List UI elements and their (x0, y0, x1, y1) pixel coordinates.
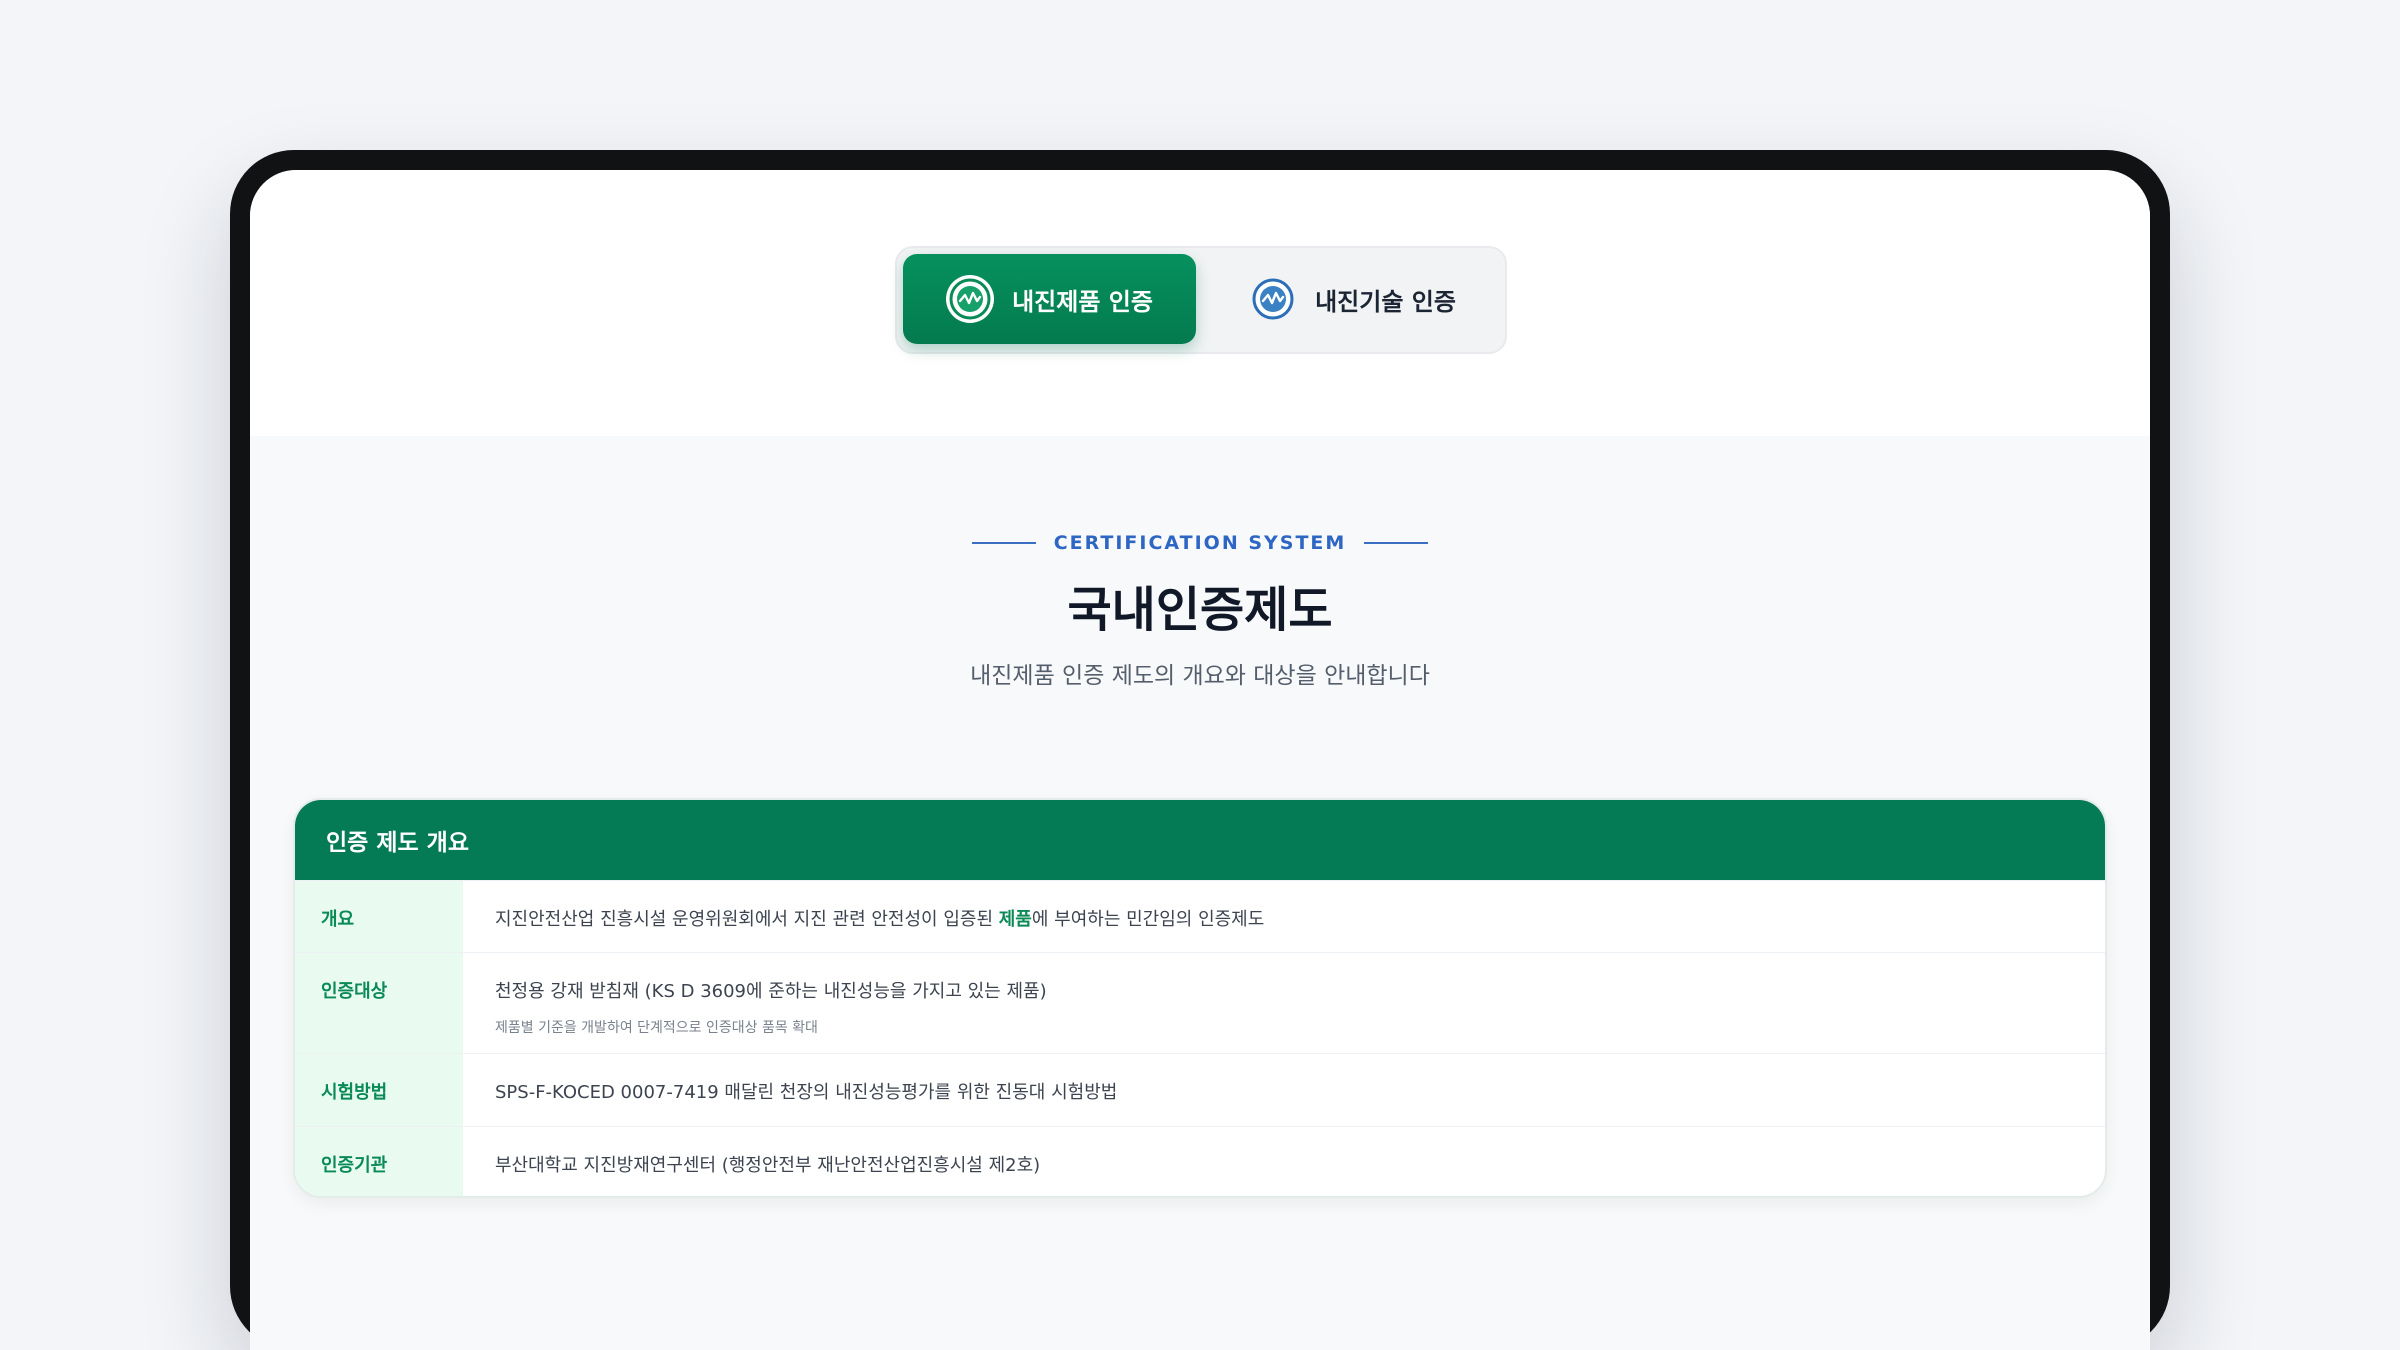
row-label-test-method: 시험방법 (295, 1054, 463, 1126)
table-row: 인증대상 천정용 강재 받침재 (KS D 3609에 준하는 내진성능을 가지… (295, 952, 2105, 1053)
table-row: 시험방법 SPS-F-KOCED 0007-7419 매달린 천장의 내진성능평… (295, 1053, 2105, 1126)
tab-seismic-product-label: 내진제품 인증 (1012, 287, 1153, 316)
tab-seismic-technology-label: 내진기술 인증 (1315, 287, 1456, 316)
eyebrow-line-right (1364, 542, 1429, 544)
overview-card-title: 인증 제도 개요 (295, 800, 2105, 880)
table-row: 인증기관 부산대학교 지진방재연구센터 (행정안전부 재난안전산업진흥시설 제2… (295, 1126, 2105, 1196)
table-row: 개요 지진안전산업 진흥시설 운영위원회에서 지진 관련 안전성이 입증된 제품… (295, 880, 2105, 952)
eyebrow-line-left (971, 542, 1036, 544)
target-text: 천정용 강재 받침재 (KS D 3609에 준하는 내진성능을 가지고 있는 … (495, 981, 1047, 1002)
eyebrow-text: CERTIFICATION SYSTEM (1053, 532, 1347, 554)
row-label-overview: 개요 (295, 881, 463, 952)
seismic-product-badge-icon (946, 275, 995, 323)
section-eyebrow: CERTIFICATION SYSTEM (250, 532, 2150, 554)
tab-seismic-product[interactable]: 내진제품 인증 (903, 254, 1196, 344)
tab-seismic-technology[interactable]: 내진기술 인증 (1206, 254, 1499, 344)
tablet-frame: 내진제품 인증 내진기술 인증 CERTIFICATION SYSTEM 국내인… (230, 150, 2170, 1350)
page-subtitle: 내진제품 인증 제도의 개요와 대상을 안내합니다 (970, 663, 1430, 689)
overview-card: 인증 제도 개요 개요 지진안전산업 진흥시설 운영위원회에서 지진 관련 안전… (293, 798, 2107, 1198)
tab-area: 내진제품 인증 내진기술 인증 (250, 170, 2150, 436)
overview-text-highlight: 제품 (998, 909, 1032, 930)
overview-text-after: 에 부여하는 민간임의 인증제도 (1031, 909, 1265, 930)
row-label-target: 인증대상 (295, 953, 463, 1053)
row-value-target: 천정용 강재 받침재 (KS D 3609에 준하는 내진성능을 가지고 있는 … (463, 953, 2105, 1053)
screen: 내진제품 인증 내진기술 인증 CERTIFICATION SYSTEM 국내인… (250, 170, 2150, 1350)
overview-text-before: 지진안전산업 진흥시설 운영위원회에서 지진 관련 안전성이 입증된 (495, 909, 999, 930)
row-label-institution: 인증기관 (295, 1127, 463, 1196)
target-note: 제품별 기준을 개발하여 단계적으로 인증대상 품목 확대 (495, 1020, 818, 1036)
row-value-institution: 부산대학교 지진방재연구센터 (행정안전부 재난안전산업진흥시설 제2호) (495, 1155, 1041, 1176)
seismic-technology-badge-icon (1249, 275, 1297, 323)
certification-tabs: 내진제품 인증 내진기술 인증 (895, 246, 1507, 354)
row-value-overview: 지진안전산업 진흥시설 운영위원회에서 지진 관련 안전성이 입증된 제품에 부… (463, 881, 2105, 952)
row-value-test-method: SPS-F-KOCED 0007-7419 매달린 천장의 내진성능평가를 위한… (495, 1082, 1118, 1103)
page-title: 국내인증제도 (1067, 582, 1333, 638)
